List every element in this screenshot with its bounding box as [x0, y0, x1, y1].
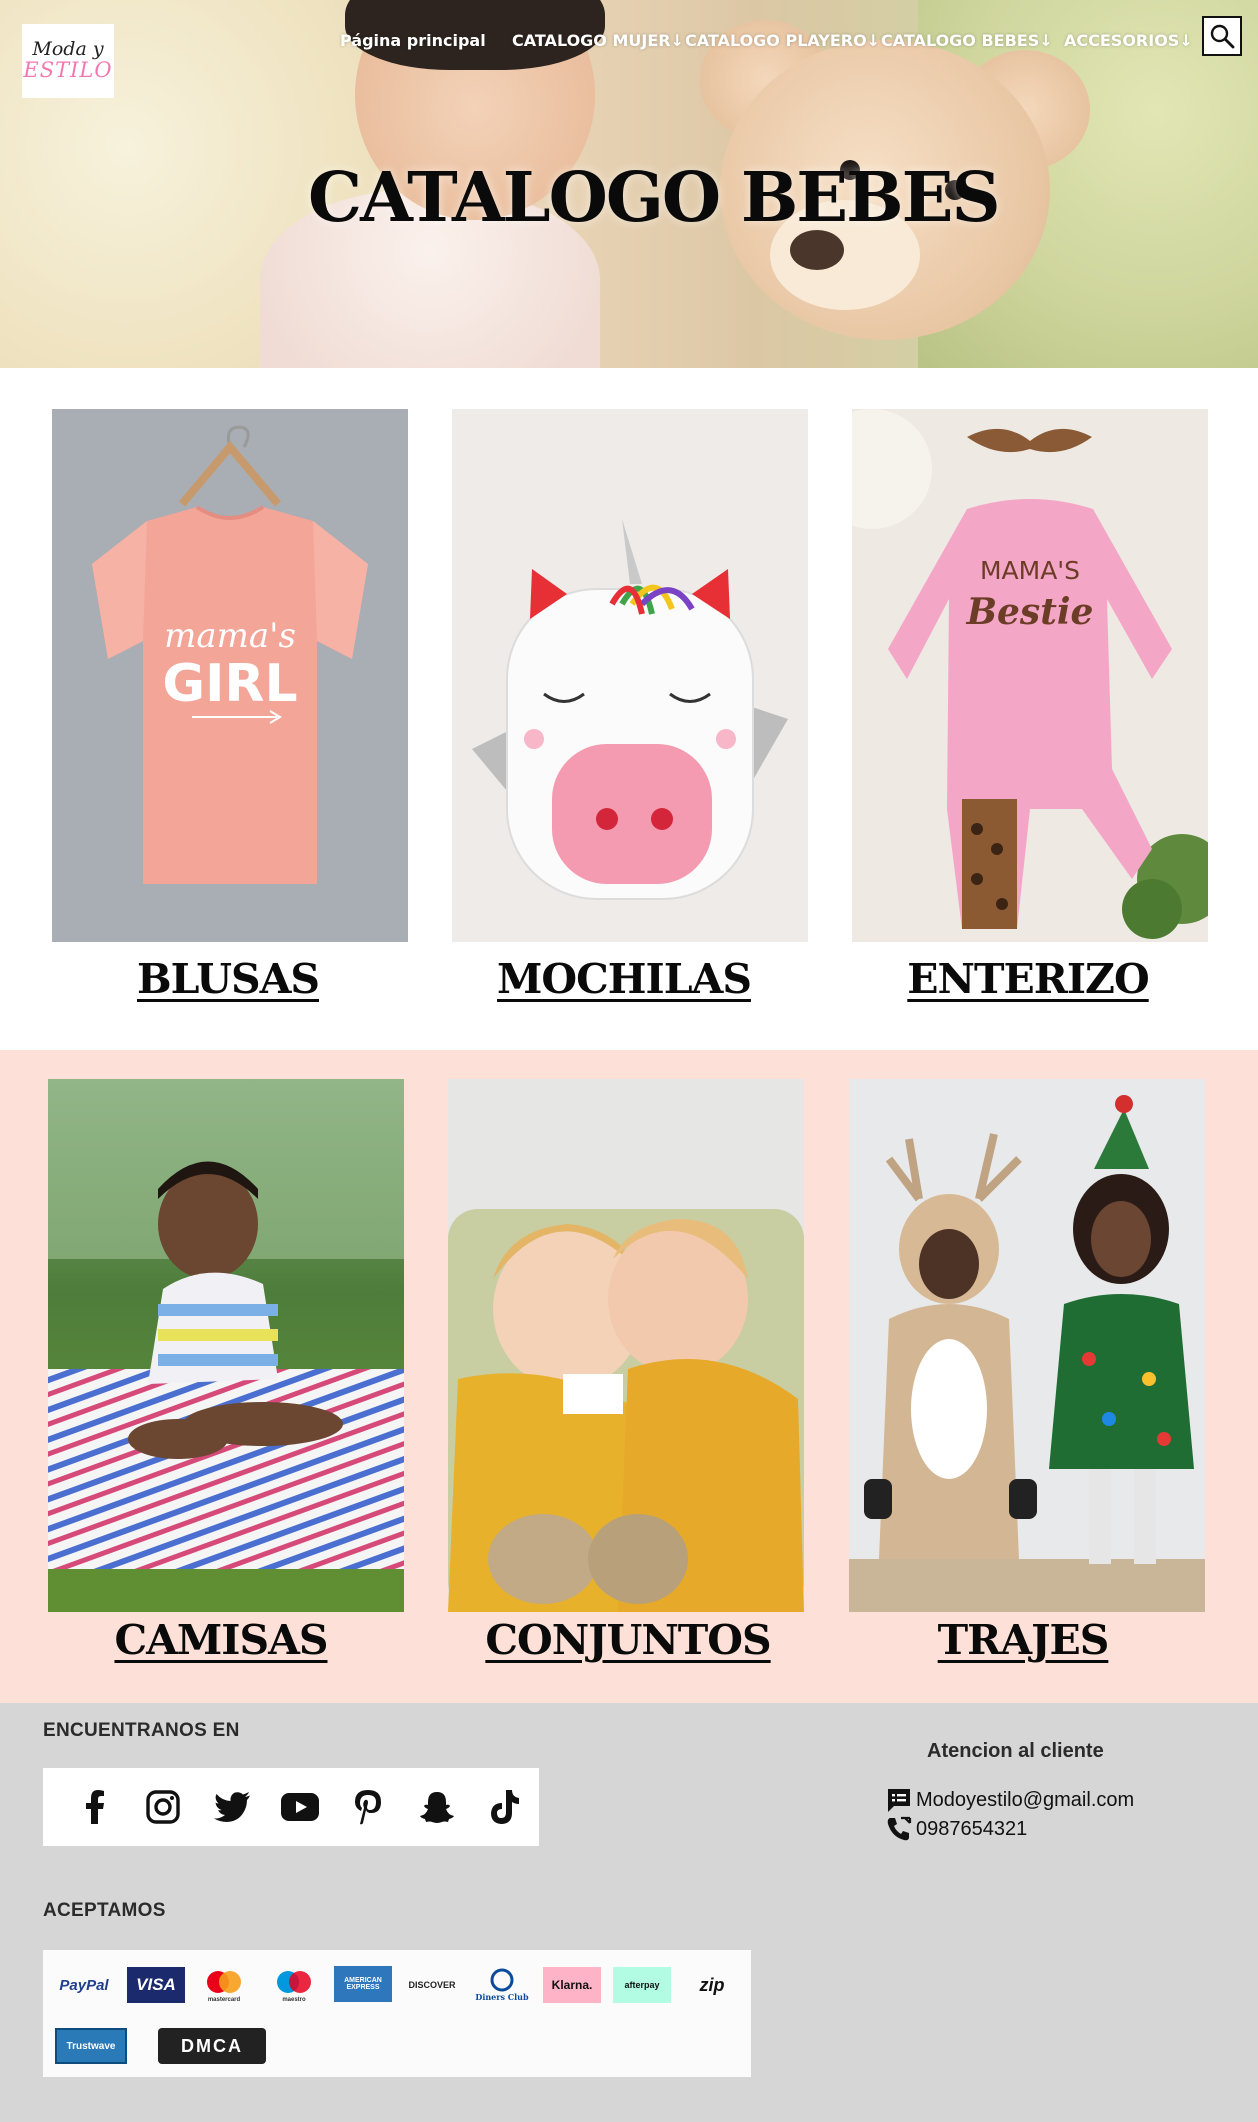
- mastercard-logo: mastercard: [195, 1967, 253, 2003]
- trustwave-badge: Trustwave: [55, 2028, 127, 2064]
- search-icon: [1210, 24, 1235, 49]
- contact-phone[interactable]: 0987654321: [886, 1816, 1027, 1842]
- category-card-trajes[interactable]: [849, 1079, 1205, 1612]
- logo-text-line1: Moda y: [32, 37, 104, 60]
- nav-accesorios[interactable]: ACCESORIOS↓: [1064, 31, 1193, 50]
- youtube-icon[interactable]: [266, 1787, 334, 1827]
- afterpay-logo: afterpay: [613, 1967, 671, 2003]
- pink-romper-image: MAMA'S Bestie: [852, 409, 1208, 942]
- facebook-icon[interactable]: [61, 1787, 129, 1827]
- tshirt-print-line1: mama's: [164, 616, 296, 656]
- maestro-logo: maestro: [265, 1967, 323, 2003]
- diners-club-logo: Diners Club: [473, 1967, 531, 2003]
- snapchat-icon[interactable]: [402, 1787, 470, 1827]
- nav-catalogo-playero[interactable]: CATALOGO PLAYERO↓: [685, 31, 880, 50]
- search-button[interactable]: [1202, 16, 1242, 56]
- nav-catalogo-bebes[interactable]: CATALOGO BEBES↓: [881, 31, 1053, 50]
- category-card-camisas[interactable]: [48, 1079, 404, 1612]
- category-label-mochilas[interactable]: MOCHILAS: [446, 955, 802, 1003]
- nav-home[interactable]: Página principal: [340, 31, 486, 50]
- tshirt-print-line2: GIRL: [162, 654, 297, 714]
- category-label-enterizo[interactable]: ENTERIZO: [850, 955, 1206, 1003]
- hero-banner: CATALOGO BEBES: [0, 0, 1258, 368]
- romper-print-line1: MAMA'S: [980, 556, 1080, 585]
- accept-heading: ACEPTAMOS: [43, 1900, 166, 1921]
- pinterest-icon[interactable]: [334, 1787, 402, 1827]
- category-label-camisas[interactable]: CAMISAS: [43, 1616, 399, 1664]
- amex-logo: AMERICAN EXPRESS: [334, 1966, 392, 2002]
- category-label-conjuntos[interactable]: CONJUNTOS: [450, 1616, 806, 1664]
- category-label-blusas[interactable]: BLUSAS: [50, 955, 406, 1003]
- toddlers-hugging-image: [448, 1079, 804, 1612]
- nav-catalogo-mujer[interactable]: CATALOGO MUJER↓: [512, 31, 684, 50]
- paypal-logo: PayPal: [59, 1976, 109, 1994]
- twitter-icon[interactable]: [198, 1787, 266, 1827]
- site-logo[interactable]: Moda y ESTILO: [22, 24, 114, 98]
- logo-text-line2: ESTILO: [23, 57, 113, 82]
- discover-logo: DISCOVER: [408, 1980, 456, 1990]
- category-card-mochilas[interactable]: [452, 409, 808, 942]
- klarna-logo: Klarna.: [543, 1967, 601, 2003]
- phone-text: 0987654321: [916, 1817, 1028, 1840]
- dmca-badge: DMCA: [158, 2028, 266, 2064]
- zip-logo: zip: [699, 1974, 725, 1995]
- romper-print-line2: Bestie: [966, 591, 1094, 633]
- social-links: [43, 1768, 539, 1846]
- payment-methods: PayPal VISA mastercard maestro AMERICAN …: [43, 1950, 751, 2077]
- find-us-heading: ENCUENTRANOS EN: [43, 1720, 240, 1741]
- contact-email[interactable]: Modoyestilo@gmail.com: [886, 1787, 1134, 1813]
- kids-costumes-image: [849, 1079, 1205, 1612]
- category-label-trajes[interactable]: TRAJES: [845, 1616, 1201, 1664]
- email-text: Modoyestilo@gmail.com: [916, 1788, 1135, 1811]
- phone-icon: [887, 1816, 912, 1841]
- unicorn-backpack-image: [452, 409, 808, 942]
- pink-tshirt-image: mama's GIRL: [52, 409, 408, 942]
- message-icon: [888, 1789, 910, 1812]
- svg-text:maestro: maestro: [282, 1997, 306, 2003]
- category-card-enterizo[interactable]: MAMA'S Bestie: [852, 409, 1208, 942]
- tiktok-icon[interactable]: [471, 1787, 539, 1827]
- baby-on-blanket-image: [48, 1079, 404, 1612]
- customer-service-heading: Atencion al cliente: [927, 1740, 1104, 1762]
- visa-logo: VISA: [127, 1967, 185, 2003]
- svg-text:Diners Club: Diners Club: [475, 1992, 529, 2002]
- category-card-conjuntos[interactable]: [448, 1079, 804, 1612]
- category-card-blusas[interactable]: mama's GIRL: [52, 409, 408, 942]
- svg-text:mastercard: mastercard: [208, 1997, 241, 2003]
- page-title: CATALOGO BEBES: [308, 158, 1001, 238]
- instagram-icon[interactable]: [129, 1787, 197, 1827]
